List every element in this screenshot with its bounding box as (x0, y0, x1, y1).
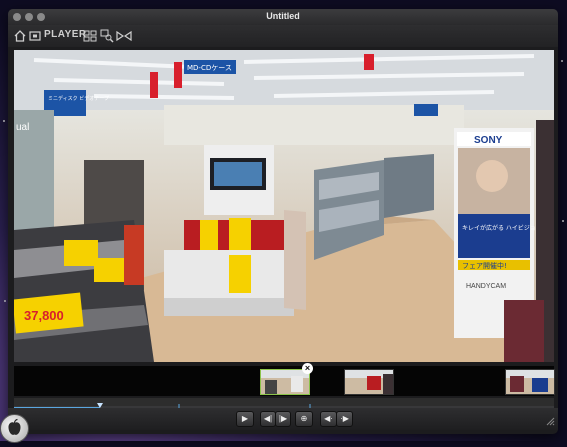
home-icon[interactable] (14, 29, 26, 43)
film-icon[interactable] (29, 29, 41, 43)
star (4, 300, 6, 302)
video-frame[interactable]: SONY キレイが広がる ハイビジョン "ハンディカム" フェア開催中! HAN… (14, 50, 554, 362)
player-window: Untitled PLAYER SONY キレイが広がる ハイビジョン フェア開… (8, 9, 558, 434)
left-sign-text: ual (16, 122, 29, 133)
star (561, 60, 563, 62)
toolbar: PLAYER (8, 25, 558, 47)
sony-brand-text: SONY (474, 135, 503, 146)
store-scene: SONY キレイが広がる ハイビジョン "ハンディカム" フェア開催中! HAN… (14, 50, 554, 362)
handycam-logo-text: HANDYCAM (466, 283, 506, 290)
thumbnail-selected[interactable] (260, 369, 310, 395)
star (3, 120, 5, 122)
filmstrip: × (14, 363, 555, 396)
playback-controls: ▶ ◀| |▶ ⊕ ◀· ·▶ (8, 408, 558, 430)
thumbnail[interactable] (505, 369, 555, 395)
bowtie-icon[interactable] (116, 29, 132, 43)
title-bar[interactable]: Untitled (8, 9, 558, 25)
nav-left-button[interactable]: ◀· (320, 411, 337, 427)
sony-fair-text: フェア開催中! (462, 261, 507, 270)
price-tag-text: 37,800 (24, 308, 64, 323)
window-title: Untitled (266, 11, 300, 21)
player-label: PLAYER (44, 29, 87, 40)
close-thumbnail-icon[interactable]: × (302, 363, 313, 374)
step-forward-button[interactable]: |▶ (275, 411, 291, 427)
resize-grip-icon[interactable] (545, 416, 555, 426)
step-back-button[interactable]: ◀| (260, 411, 276, 427)
target-button[interactable]: ⊕ (295, 411, 313, 427)
thumbnail[interactable] (344, 369, 394, 395)
star (562, 220, 564, 222)
grid-icon[interactable] (83, 29, 97, 43)
timeline-track[interactable] (14, 398, 554, 410)
magnify-tool-icon[interactable] (100, 29, 114, 43)
finder-dock-icon[interactable] (0, 414, 29, 443)
play-button[interactable]: ▶ (236, 411, 254, 427)
md-cd-case-sign-text: MD-CDケース (187, 64, 232, 72)
nav-right-button[interactable]: ·▶ (336, 411, 353, 427)
minidisc-sign-text: ミニディスク ビデオテープ (48, 95, 109, 102)
apple-logo-icon (8, 418, 21, 435)
